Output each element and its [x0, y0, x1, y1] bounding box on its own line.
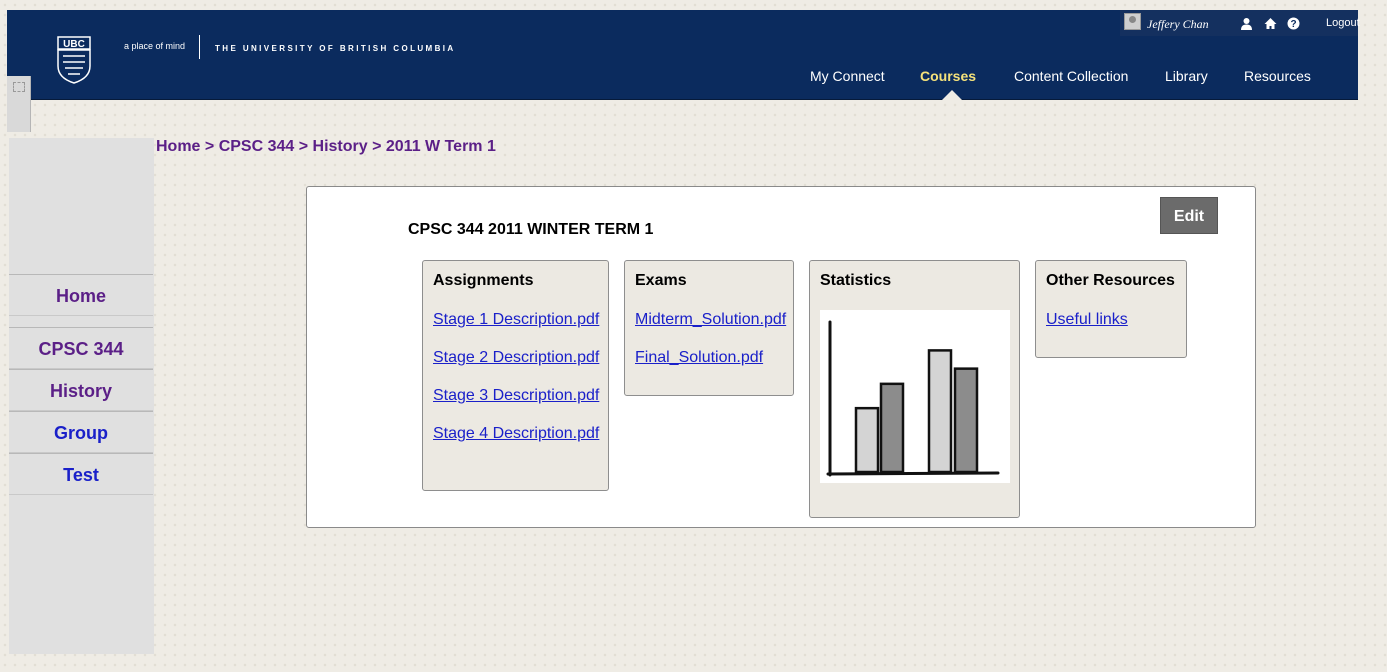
user-bar: Jeffery Chan ? Logout	[1120, 10, 1360, 36]
sidebar-item-test[interactable]: Test	[9, 453, 153, 495]
tagline: a place of mind	[124, 41, 186, 51]
stat-bar	[879, 382, 905, 474]
active-nav-indicator	[942, 90, 962, 100]
assignments-box: Assignments Stage 1 Description.pdf Stag…	[422, 260, 609, 491]
nav-resources[interactable]: Resources	[1244, 68, 1311, 84]
exam-link-final-solution[interactable]: Final_Solution.pdf	[635, 349, 763, 367]
other-resources-box: Other Resources Useful links	[1035, 260, 1187, 358]
nav-my-connect[interactable]: My Connect	[810, 68, 885, 84]
sidebar-item-group[interactable]: Group	[9, 411, 153, 453]
assignment-link-stage-1[interactable]: Stage 1 Description.pdf	[433, 311, 599, 329]
exams-title: Exams	[635, 272, 687, 289]
sidebar-item-cpsc-344[interactable]: CPSC 344	[9, 327, 153, 369]
course-sidebar: Home CPSC 344 History Group Test	[9, 138, 154, 654]
assignment-link-stage-3[interactable]: Stage 3 Description.pdf	[433, 387, 599, 405]
assignments-title: Assignments	[433, 272, 534, 289]
svg-text:UBC: UBC	[63, 39, 85, 50]
nav-courses[interactable]: Courses	[920, 68, 976, 84]
svg-text:?: ?	[1290, 19, 1296, 30]
home-icon[interactable]	[1263, 17, 1277, 31]
useful-links-link[interactable]: Useful links	[1046, 311, 1128, 329]
assignment-link-stage-2[interactable]: Stage 2 Description.pdf	[433, 349, 599, 367]
user-avatar[interactable]	[1124, 13, 1141, 30]
nav-library[interactable]: Library	[1165, 68, 1208, 84]
statistics-box: Statistics	[809, 260, 1020, 518]
stat-bar	[953, 367, 979, 474]
statistics-title: Statistics	[820, 272, 892, 289]
sidebar-item-history[interactable]: History	[9, 369, 153, 411]
exam-link-midterm-solution[interactable]: Midterm_Solution.pdf	[635, 311, 786, 329]
assignment-link-stage-4[interactable]: Stage 4 Description.pdf	[433, 425, 599, 443]
exams-box: Exams Midterm_Solution.pdf Final_Solutio…	[624, 260, 794, 396]
stat-bar	[927, 349, 953, 474]
other-resources-title: Other Resources	[1046, 272, 1175, 289]
collapse-menu-tab[interactable]	[7, 76, 31, 132]
ubc-crest-logo[interactable]: UBC	[57, 36, 91, 84]
edit-button[interactable]: Edit	[1160, 197, 1218, 234]
user-name[interactable]: Jeffery Chan	[1147, 17, 1209, 32]
university-name: THE UNIVERSITY OF BRITISH COLUMBIA	[215, 44, 456, 53]
nav-content-collection[interactable]: Content Collection	[1014, 68, 1128, 84]
bar-chart-icon	[826, 320, 1000, 477]
stat-bar	[854, 406, 880, 474]
logout-link[interactable]: Logout	[1326, 17, 1360, 29]
site-header: UBC a place of mind THE UNIVERSITY OF BR…	[7, 10, 1360, 100]
profile-icon[interactable]	[1239, 17, 1253, 31]
help-icon[interactable]: ?	[1286, 17, 1300, 31]
breadcrumb[interactable]: Home > CPSC 344 > History > 2011 W Term …	[156, 138, 496, 156]
term-panel: CPSC 344 2011 WINTER TERM 1 Edit Assignm…	[306, 186, 1256, 528]
statistics-chart[interactable]	[820, 310, 1010, 483]
page-title: CPSC 344 2011 WINTER TERM 1	[408, 221, 654, 238]
sidebar-item-home[interactable]: Home	[9, 274, 153, 316]
header-divider	[199, 35, 200, 59]
